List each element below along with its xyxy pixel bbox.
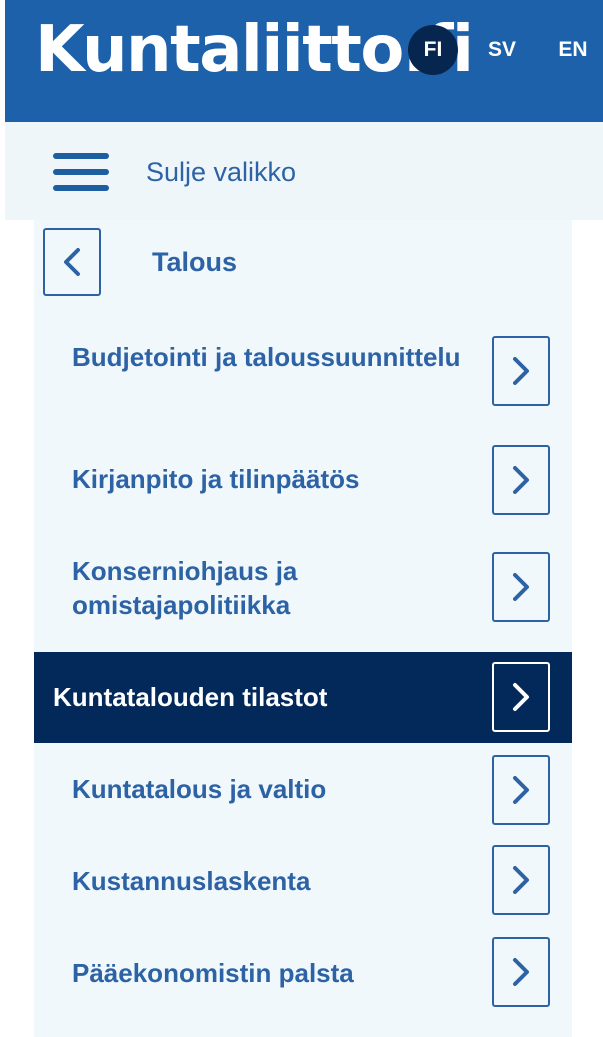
menu-item-label: Kuntatalouden tilastot — [53, 682, 328, 712]
expand-button[interactable] — [492, 552, 550, 622]
expand-button[interactable] — [492, 445, 550, 515]
language-fi[interactable]: FI — [408, 25, 458, 75]
chevron-right-icon — [513, 357, 529, 385]
close-menu-button[interactable]: Sulje valikko — [146, 157, 296, 188]
menu-item-budjetointi[interactable]: Budjetointi ja taloussuunnittelu — [34, 328, 572, 428]
menu-item-kirjanpito[interactable]: Kirjanpito ja tilinpäätös — [34, 440, 572, 530]
chevron-left-icon — [64, 248, 80, 276]
chevron-right-icon — [513, 466, 529, 494]
menu-item-label: Budjetointi ja taloussuunnittelu — [72, 342, 461, 372]
section-title: Talous — [152, 247, 238, 277]
language-sv[interactable]: SV — [477, 25, 527, 75]
menu-item-label: Kirjanpito ja tilinpäätös — [72, 464, 360, 494]
hamburger-icon[interactable] — [53, 153, 109, 193]
menu-item-label: Kuntatalous ja valtio — [72, 774, 327, 804]
site-header: Kuntaliitto.fi FI SV EN — [5, 0, 603, 122]
expand-button[interactable] — [492, 336, 550, 406]
expand-button[interactable] — [492, 937, 550, 1007]
menu-item-konserniohjaus[interactable]: Konserniohjaus ja omistajapolitiikka — [34, 542, 572, 642]
menu-item-label: Kustannuslaskenta — [72, 866, 311, 896]
site-logo[interactable]: Kuntaliitto.fi — [35, 12, 474, 88]
menu-bar: Sulje valikko — [5, 122, 603, 220]
chevron-right-icon — [513, 958, 529, 986]
chevron-right-icon — [513, 776, 529, 804]
expand-button[interactable] — [492, 845, 550, 915]
chevron-right-icon — [513, 573, 529, 601]
back-button[interactable] — [43, 228, 101, 296]
submenu-panel: Talous Budjetointi ja taloussuunnittelu … — [34, 220, 572, 1037]
menu-item-kuntatalouden-tilastot[interactable]: Kuntatalouden tilastot — [34, 652, 572, 743]
language-en[interactable]: EN — [548, 25, 598, 75]
menu-item-label: Pääekonomistin palsta — [72, 958, 354, 988]
chevron-right-icon — [513, 683, 529, 711]
menu-item-kuntatalous-ja-valtio[interactable]: Kuntatalous ja valtio — [34, 745, 572, 835]
menu-item-paaekonomistin-palsta[interactable]: Pääekonomistin palsta — [34, 929, 572, 1019]
menu-item-label: Konserniohjaus ja omistajapolitiikka — [72, 556, 298, 620]
chevron-right-icon — [513, 866, 529, 894]
expand-button[interactable] — [492, 662, 550, 732]
expand-button[interactable] — [492, 755, 550, 825]
menu-item-kustannuslaskenta[interactable]: Kustannuslaskenta — [34, 837, 572, 927]
